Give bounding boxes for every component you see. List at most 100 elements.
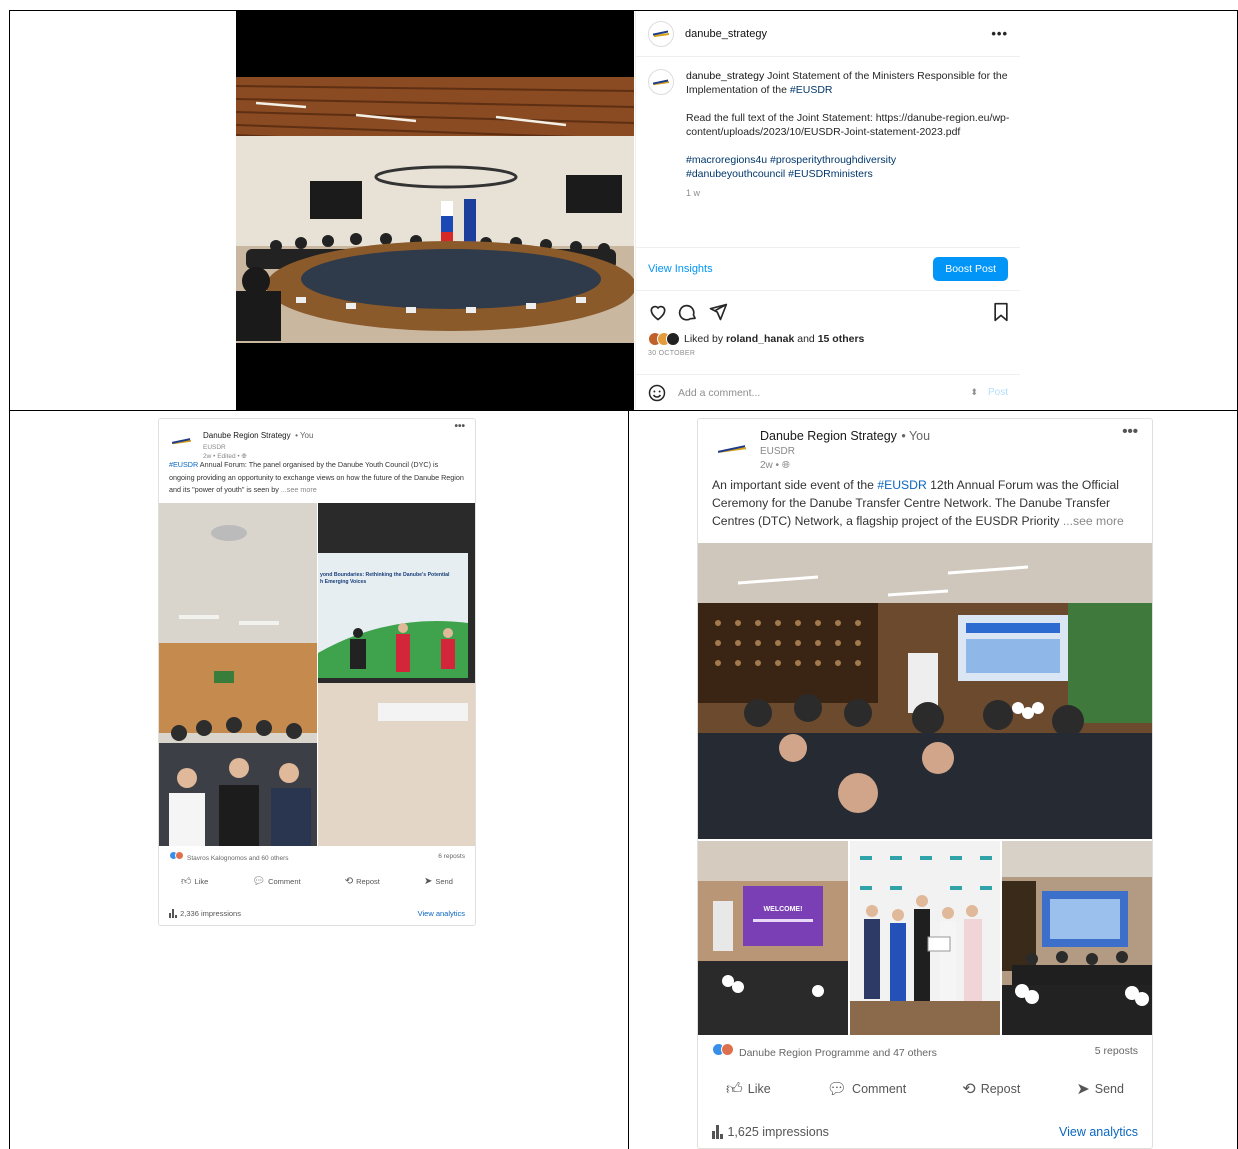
view-analytics-link[interactable]: View analytics: [418, 909, 465, 918]
company-name[interactable]: Danube Region Strategy: [760, 429, 897, 443]
account-username[interactable]: danube_strategy: [685, 28, 767, 40]
liked-by-user[interactable]: roland_hanak: [726, 333, 794, 345]
boost-post-button[interactable]: Boost Post: [933, 257, 1008, 281]
post-actions: 👍︎ Like 💬︎ Comment ⟲ Repost ➤ Send: [698, 1079, 1152, 1099]
comment-button[interactable]: 💬︎ Comment: [252, 876, 300, 887]
post-text: An important side event of the #EUSDR 12…: [698, 476, 1152, 543]
caption-link-text: Read the full text of the Joint Statemen…: [686, 112, 1010, 138]
comment-icon[interactable]: [678, 302, 698, 322]
company-name[interactable]: Danube Region Strategy: [203, 431, 291, 440]
audience-photo[interactable]: [159, 503, 317, 846]
share-icon[interactable]: [708, 302, 728, 322]
you-label: • You: [295, 431, 314, 440]
post-hashtag[interactable]: #EUSDR: [169, 460, 198, 469]
post-stats: Stavros Kalognomos and 60 others 6 repos…: [169, 851, 465, 862]
analytics-bars-icon: [169, 909, 178, 918]
company-logo[interactable]: [710, 437, 752, 461]
send-button[interactable]: ➤ Send: [1076, 1079, 1124, 1099]
post-date: 30 OCTOBER: [648, 350, 696, 357]
view-analytics-link[interactable]: View analytics: [1059, 1125, 1138, 1139]
post-footer: 1,625 impressions View analytics: [712, 1125, 1138, 1139]
stage-banner-line-2: h Emerging Voices: [320, 579, 366, 585]
impressions-count: 2,336 impressions: [180, 909, 241, 918]
see-more-link[interactable]: ...see more: [281, 485, 317, 494]
sort-icon: ⬍: [970, 387, 978, 397]
view-insights-link[interactable]: View Insights: [648, 263, 713, 275]
likes-summary[interactable]: Liked by roland_hanak and 15 others: [648, 332, 864, 346]
instagram-post-photo[interactable]: [236, 11, 634, 410]
reactions-count[interactable]: Stavros Kalognomos and 60 others: [187, 855, 289, 862]
liked-by-prefix: Liked by: [684, 333, 724, 345]
bookmark-icon[interactable]: [992, 302, 1010, 322]
liked-by-others[interactable]: 15 others: [818, 333, 865, 345]
post-actions: [648, 301, 1010, 323]
grid-divider-horizontal: [9, 410, 1238, 411]
globe-icon: 🌐︎: [781, 460, 790, 471]
emoji-icon[interactable]: [648, 384, 666, 402]
post-stats: Danube Region Programme and 47 others 5 …: [712, 1043, 1138, 1059]
heart-icon[interactable]: [648, 302, 668, 322]
comment-bar: Add a comment... ⬍ Post: [636, 374, 1020, 410]
panel-discussion-photo[interactable]: [1002, 841, 1152, 1035]
post-text: #EUSDR Annual Forum: The panel organised…: [159, 459, 475, 501]
linkedin-post-youth-council: Danube Region Strategy • You EUSDR 2w • …: [158, 418, 476, 926]
analytics-bars-icon: [712, 1125, 724, 1139]
more-options-icon[interactable]: •••: [1122, 423, 1138, 440]
caption-username[interactable]: danube_strategy: [686, 70, 764, 82]
more-options-icon[interactable]: •••: [454, 421, 465, 432]
conference-hall-photo[interactable]: [698, 543, 1152, 839]
post-body-start: An important side event of the: [712, 478, 874, 492]
liker-avatar: [666, 332, 680, 346]
company-org: EUSDR: [760, 446, 796, 457]
send-button[interactable]: ➤ Send: [424, 876, 453, 887]
post-comment-button[interactable]: Post: [988, 387, 1008, 398]
instagram-post-panel: danube_strategy ••• danube_strategy Join…: [635, 11, 1020, 410]
like-button[interactable]: 👍︎ Like: [181, 875, 208, 887]
certificate-ceremony-photo[interactable]: [850, 841, 1000, 1035]
caption-avatar[interactable]: [648, 69, 674, 95]
reposts-count[interactable]: 5 reposts: [1095, 1045, 1138, 1057]
send-icon: ➤: [1076, 1081, 1090, 1098]
thumbs-up-icon: 👍︎: [181, 876, 192, 887]
reactions-count[interactable]: Danube Region Programme and 47 others: [739, 1047, 937, 1059]
comment-input[interactable]: Add a comment...: [678, 387, 760, 399]
company-logo[interactable]: [167, 433, 195, 449]
repost-button[interactable]: ⟲ Repost: [345, 876, 380, 887]
you-label: • You: [901, 429, 931, 443]
welcome-screen-text: WELCOME!: [764, 906, 803, 913]
comment-button[interactable]: 💬︎ Comment: [827, 1079, 907, 1099]
account-avatar[interactable]: [648, 20, 674, 47]
insights-bar: View Insights Boost Post: [636, 247, 1020, 291]
post-time: 1 w: [686, 188, 701, 198]
post-actions: 👍︎ Like 💬︎ Comment ⟲ Repost ➤ Send: [159, 875, 475, 888]
post-meta: 2w • Edited •: [203, 453, 240, 460]
linkedin-post-transfer-centres: Danube Region Strategy • You EUSDR 2w • …: [697, 418, 1153, 1149]
post-hashtag[interactable]: #EUSDR: [877, 478, 926, 492]
caption-hashtags-2[interactable]: #danubeyouthcouncil #EUSDRministers: [686, 167, 1010, 181]
like-button[interactable]: 👍︎ Like: [726, 1080, 771, 1099]
company-org: EUSDR: [203, 444, 226, 451]
more-options-icon[interactable]: •••: [991, 26, 1008, 41]
welcome-screen-photo[interactable]: WELCOME!: [698, 841, 848, 1035]
post-footer: 2,336 impressions View analytics: [169, 909, 465, 918]
panel-stage-photo[interactable]: yond Boundaries: Rethinking the Danube's…: [318, 503, 475, 846]
ministers-meeting-photo: [236, 77, 634, 343]
impressions-count: 1,625 impressions: [727, 1125, 829, 1139]
post-meta: 2w •: [760, 460, 780, 471]
post-caption: danube_strategy Joint Statement of the M…: [648, 69, 1010, 200]
post-header: danube_strategy •••: [636, 11, 1020, 57]
repost-button[interactable]: ⟲ Repost: [962, 1079, 1020, 1099]
repost-icon: ⟲: [344, 875, 354, 887]
love-reaction-icon: [175, 851, 184, 860]
globe-icon: 🌐︎: [241, 453, 247, 460]
repost-icon: ⟲: [962, 1081, 976, 1098]
love-reaction-icon: [721, 1043, 734, 1056]
reposts-count[interactable]: 6 reposts: [438, 853, 465, 860]
comment-icon: 💬︎: [826, 1081, 848, 1098]
grid-divider-vertical: [628, 411, 629, 1149]
post-header: Danube Region Strategy • You EUSDR 2w • …: [698, 419, 1152, 476]
caption-hashtags-1[interactable]: #macroregions4u #prosperitythroughdivers…: [686, 153, 1010, 167]
caption-hashtag[interactable]: #EUSDR: [790, 84, 833, 96]
see-more-link[interactable]: ...see more: [1063, 514, 1124, 528]
stage-banner-line-1: yond Boundaries: Rethinking the Danube's…: [320, 572, 450, 578]
